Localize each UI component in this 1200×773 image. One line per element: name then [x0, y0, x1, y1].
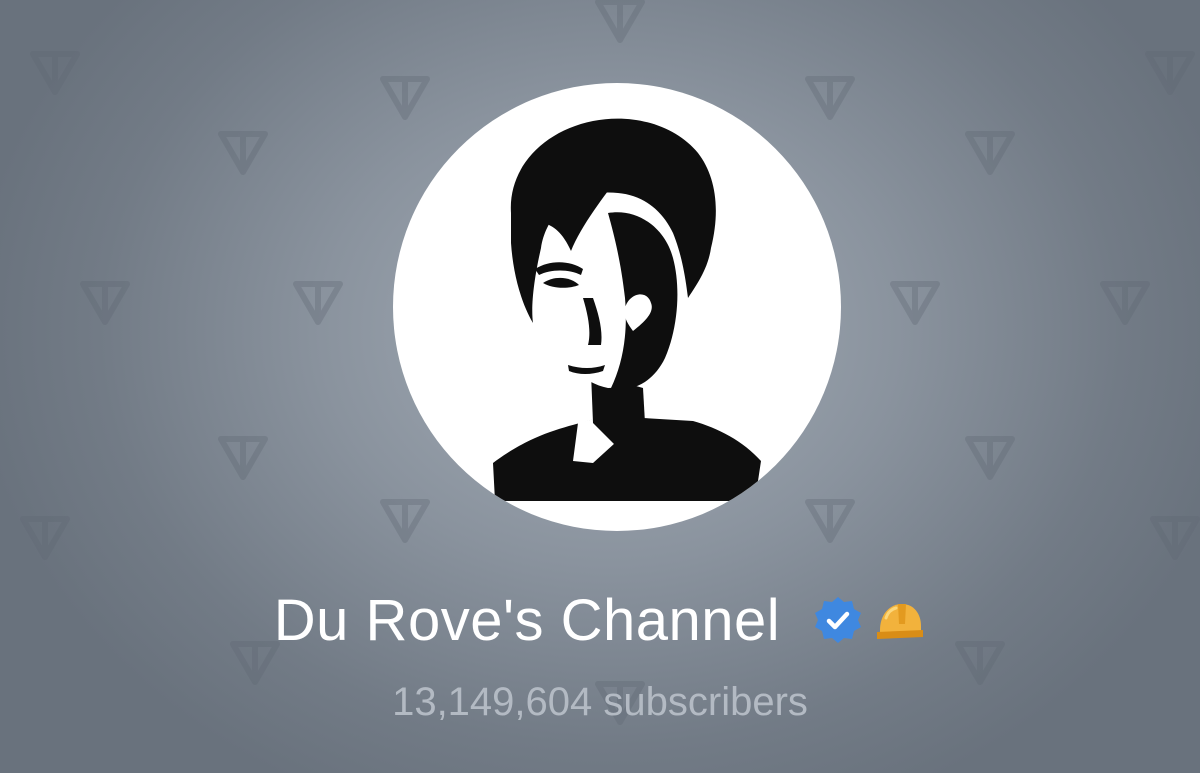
channel-avatar[interactable] — [393, 83, 841, 531]
ton-logo-icon — [893, 284, 937, 322]
ton-logo-icon — [808, 502, 852, 540]
ton-logo-icon — [968, 439, 1012, 477]
ton-logo-icon — [296, 284, 340, 322]
subscriber-count: 13,149,604 subscribers — [392, 680, 808, 724]
verified-badge-icon[interactable] — [812, 594, 864, 646]
ton-logo-icon — [1148, 54, 1192, 92]
ton-logo-icon — [968, 134, 1012, 172]
ton-logo-icon — [1153, 519, 1197, 557]
channel-badges — [812, 594, 926, 646]
ton-logo-icon — [221, 134, 265, 172]
ton-logo-icon — [221, 439, 265, 477]
channel-name: Du Rove's Channel — [273, 587, 781, 653]
ton-logo-icon — [83, 284, 127, 322]
ton-logo-icon — [1103, 284, 1147, 322]
ton-logo-icon — [33, 54, 77, 92]
ton-logo-icon — [598, 2, 642, 40]
ton-logo-icon — [383, 79, 427, 117]
silhouette-portrait — [493, 118, 761, 501]
ton-logo-icon — [23, 519, 67, 557]
ton-logo-icon — [808, 79, 852, 117]
channel-title-row: Du Rove's Channel — [0, 580, 1200, 660]
ton-logo-icon — [383, 502, 427, 540]
helmet-icon[interactable] — [874, 594, 926, 646]
